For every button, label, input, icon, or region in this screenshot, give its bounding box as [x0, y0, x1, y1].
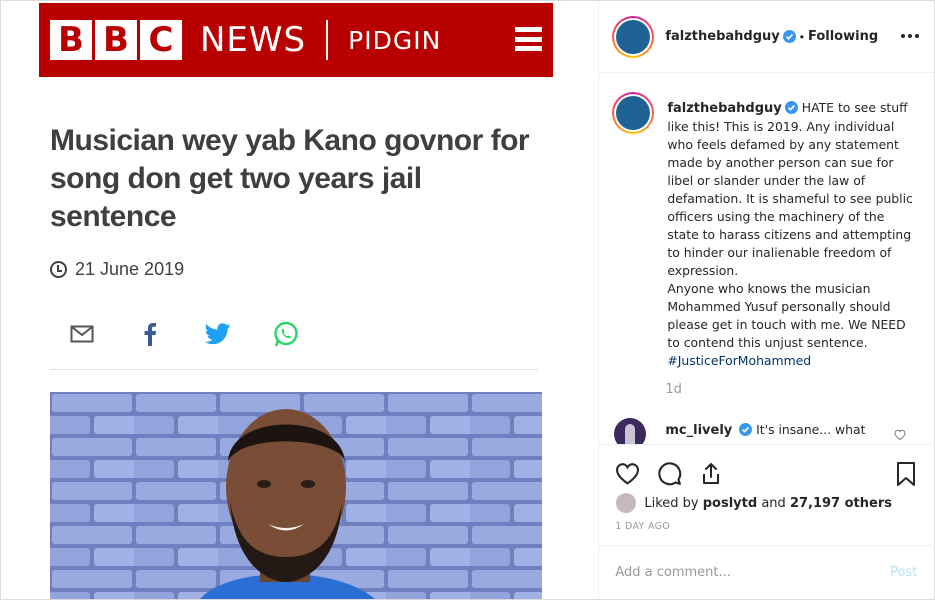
likes-summary: Liked by poslytd and 27,197 others: [599, 493, 933, 513]
author-username[interactable]: falzthebahdguy: [665, 29, 779, 44]
bbc-logo-letter: B: [95, 20, 137, 60]
bbc-news-label: NEWS: [200, 20, 307, 60]
whatsapp-icon: [273, 321, 299, 347]
hamburger-menu-icon: [515, 27, 542, 51]
hashtag-link[interactable]: #JusticeForMohammed: [667, 353, 811, 368]
caption-text: HATE to see stuff like this! This is 201…: [667, 100, 913, 278]
post-timestamp: 1 DAY AGO: [615, 521, 671, 532]
caption-username[interactable]: falzthebahdguy: [667, 101, 781, 116]
post-actions: Liked by poslytd and 27,197 others 1 DAY…: [599, 444, 934, 532]
liker-username[interactable]: poslytd: [703, 496, 757, 511]
comment-text: It's insane... what: [756, 422, 866, 437]
separator-dot: •: [799, 29, 804, 44]
likes-count[interactable]: 27,197 others: [790, 496, 892, 511]
bbc-logo-letter: C: [140, 20, 182, 60]
post-author: falzthebahdguy • Following: [665, 29, 878, 44]
comment-username[interactable]: mc_lively: [665, 423, 732, 438]
twitter-icon: [205, 321, 231, 347]
article-photo: [50, 392, 542, 599]
comment-item: mc_lively It's insane... what: [614, 418, 865, 444]
email-icon: [69, 321, 95, 347]
caption-text-block: falzthebahdguy HATE to see stuff like thi…: [667, 99, 915, 370]
avatar[interactable]: [614, 418, 647, 444]
post-caption: falzthebahdguy HATE to see stuff like thi…: [612, 92, 915, 370]
post-comment-button[interactable]: Post: [890, 565, 917, 580]
bbc-logo: B B C: [50, 20, 182, 60]
divider: [50, 369, 538, 370]
like-icon[interactable]: [614, 461, 640, 487]
bbc-divider: [326, 20, 329, 60]
verified-badge-icon: [784, 101, 798, 114]
likes-connector: and: [761, 495, 786, 511]
avatar[interactable]: [612, 15, 655, 58]
comment-text-block: mc_lively It's insane... what: [665, 422, 865, 438]
comment-icon[interactable]: [656, 461, 682, 487]
share-icons-row: [69, 321, 299, 347]
avatar[interactable]: [616, 493, 637, 513]
comments-section: falzthebahdguy HATE to see stuff like thi…: [599, 74, 933, 444]
share-icon[interactable]: [698, 461, 724, 487]
bookmark-icon[interactable]: [893, 461, 919, 487]
caption-text-2: Anyone who knows the musician Mohammed Y…: [667, 281, 906, 350]
verified-badge-icon: [739, 423, 753, 436]
bbc-logo-letter: B: [50, 20, 92, 60]
article-date-text: 21 June 2019: [75, 259, 185, 279]
comment-input[interactable]: [615, 565, 891, 580]
article-headline: Musician wey yab Kano govnor for song do…: [50, 124, 530, 233]
post-header: falzthebahdguy • Following: [599, 1, 934, 73]
instagram-post-window: B B C NEWS PIDGIN Musician wey yab Kano …: [0, 0, 935, 600]
article-date: 21 June 2019: [50, 259, 184, 280]
facebook-icon: [137, 321, 163, 347]
following-button[interactable]: Following: [808, 29, 878, 44]
clock-icon: [50, 261, 67, 278]
caption-age: 1d: [665, 382, 682, 397]
post-sidebar: falzthebahdguy • Following falzthebahdgu…: [599, 1, 934, 599]
more-options-icon[interactable]: [901, 34, 919, 38]
avatar[interactable]: [612, 92, 655, 134]
bbc-header-bar: B B C NEWS PIDGIN: [39, 3, 553, 77]
bbc-section-label: PIDGIN: [348, 25, 442, 55]
like-comment-icon[interactable]: [894, 429, 906, 440]
likes-prefix: Liked by: [644, 495, 699, 511]
action-buttons-row: [599, 445, 933, 493]
add-comment-bar: Post: [599, 545, 934, 599]
post-image: B B C NEWS PIDGIN Musician wey yab Kano …: [1, 1, 600, 599]
verified-badge-icon: [782, 30, 796, 43]
